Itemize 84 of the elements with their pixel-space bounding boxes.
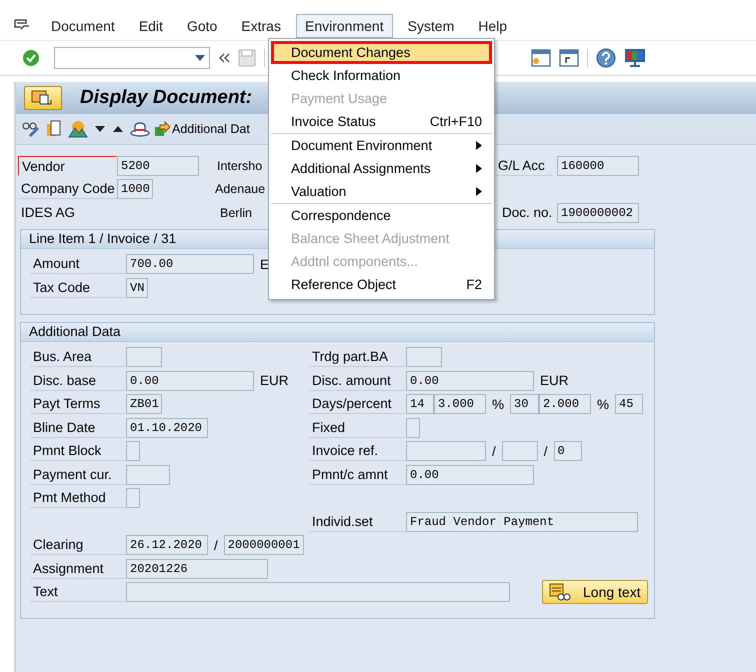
arrow-box-icon [154,121,170,137]
menu-option[interactable]: Check Information [271,64,492,87]
input-field[interactable]: 0.00 [126,370,254,391]
input-field[interactable] [126,582,510,602]
menu-item[interactable]: Help [469,14,516,38]
layout-button[interactable] [24,86,62,110]
input-field[interactable]: 3.000 [434,394,486,414]
input-field[interactable]: 0 [554,441,582,462]
input-field[interactable]: 01.10.2020 [126,418,208,438]
input-field[interactable]: 26.12.2020 [126,535,208,556]
panel-title: Additional Data [21,322,654,342]
input-field[interactable] [502,441,538,462]
field-text: EUR [260,373,289,388]
input-field[interactable]: 14 [406,394,434,414]
shortcut-icon[interactable] [559,49,579,67]
menu-option[interactable]: Additional Assignments [271,157,492,180]
vendor-name: Intersho [217,158,264,173]
field-text: % [597,396,610,412]
submenu-arrow-icon [476,141,482,150]
menu-item[interactable]: Edit [130,14,172,38]
field-text: / [544,444,548,459]
help-icon[interactable] [596,48,616,68]
input-field[interactable]: 160000 [557,156,639,176]
menu-item[interactable]: System [398,14,464,38]
input-field[interactable]: 2000000001 [224,535,304,556]
check-icon[interactable] [22,49,40,67]
menu-option[interactable]: Document Environment [271,134,492,157]
shortcut-text: F2 [466,277,482,292]
field-text: E [260,256,270,272]
input-field[interactable] [406,441,486,462]
menu-option[interactable]: Invoice Status Ctrl+F10 [271,110,492,133]
field-label: Doc. no. [501,204,553,222]
submenu-arrow-icon [476,164,482,173]
command-field[interactable] [54,47,210,69]
glasses-pencil-icon[interactable] [22,121,40,137]
field-text: EUR [540,373,569,388]
menu-item[interactable]: Extras [232,14,290,38]
shortcut-text: Ctrl+F10 [430,114,482,129]
input-field[interactable] [126,488,140,508]
input-field[interactable]: 5200 [117,156,199,176]
menu-option[interactable]: Document Changes [271,41,492,64]
vendor-street: Adenaue [215,182,266,196]
input-field[interactable]: 2.000 [539,394,592,414]
menu-item[interactable]: Goto [178,14,226,38]
menu-item[interactable]: Environment [296,14,393,38]
input-field[interactable] [126,441,140,462]
menu-option[interactable]: Reference Object F2 [271,273,492,296]
menu-option[interactable]: Valuation [271,180,492,203]
up-triangle-icon[interactable] [112,124,124,134]
field-text: / [492,444,496,459]
input-field[interactable] [126,464,170,485]
menu-item[interactable]: Document [42,14,124,38]
screen-title: Display Document: [80,87,252,109]
input-field[interactable]: 0.00 [406,370,534,391]
input-field[interactable]: 0.00 [406,464,534,485]
vendor-city: Berlin [220,206,253,220]
double-chevron-icon[interactable] [218,52,230,64]
input-field[interactable] [126,347,162,368]
field-text: % [492,396,504,412]
new-window-icon[interactable] [531,49,551,67]
input-field[interactable]: ZB01 [126,394,162,414]
input-field[interactable]: 20201226 [126,558,268,579]
input-field[interactable]: VN [126,278,148,298]
hat-icon[interactable] [130,121,150,137]
field-text: / [214,538,218,553]
input-field[interactable]: 45 [615,394,644,414]
input-field[interactable]: 30 [510,394,540,414]
documents-icon[interactable] [46,120,62,138]
input-field[interactable] [406,418,420,438]
caret-icon[interactable] [195,55,205,61]
input-field[interactable]: Fraud Vendor Payment [406,512,638,532]
input-field[interactable]: 1900000002 [557,202,639,223]
company-name: IDES AG [20,205,76,220]
additional-data-button[interactable]: Additional Dat [154,121,250,137]
menu-option[interactable]: Correspondence [271,204,492,227]
down-triangle-icon[interactable] [94,124,106,134]
input-field[interactable]: 1000 [117,179,153,200]
submenu-arrow-icon [476,187,482,196]
input-field[interactable] [406,347,442,368]
monitor-icon[interactable] [624,48,646,68]
long-text-button[interactable]: Long text [542,580,648,604]
input-field[interactable]: 700.00 [126,254,254,274]
notepad-icon [549,583,571,602]
mountains-icon[interactable] [68,120,88,138]
